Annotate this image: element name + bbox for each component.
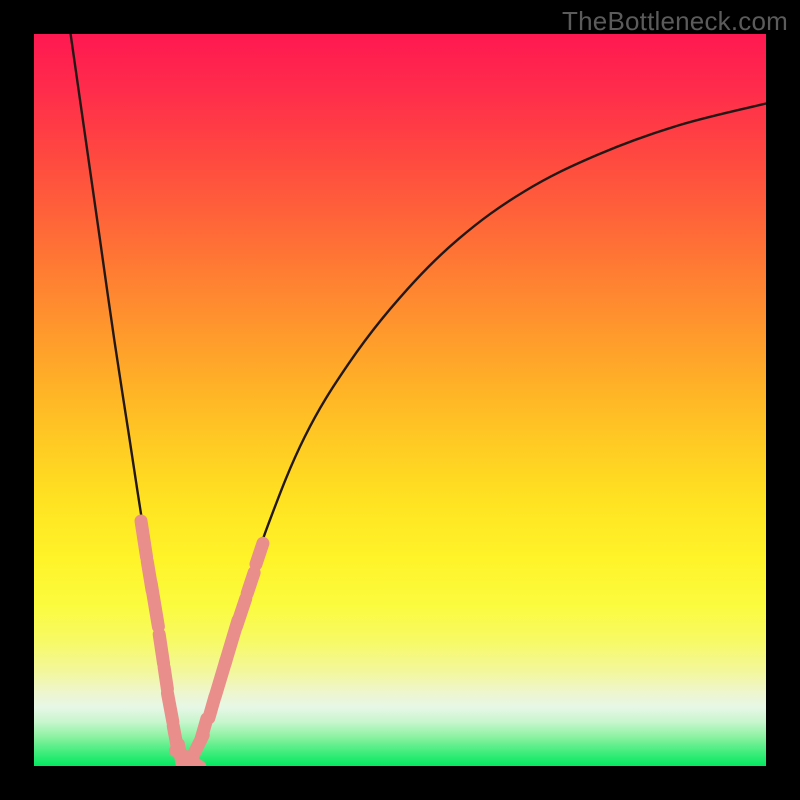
curve-marker [247,573,254,594]
marker-group [141,521,263,766]
curve-marker [164,667,167,689]
curve-layer [34,34,766,766]
curve-marker [159,634,163,663]
bottleneck-curve-path [71,34,766,761]
watermark-text: TheBottleneck.com [562,6,788,37]
curve-marker [151,583,158,626]
plot-area [34,34,766,766]
chart-frame: TheBottleneck.com [0,0,800,800]
curve-marker [167,693,172,722]
curve-marker [141,521,147,557]
curve-marker [237,598,246,626]
bottleneck-curve [71,34,766,761]
curve-marker [256,543,263,564]
